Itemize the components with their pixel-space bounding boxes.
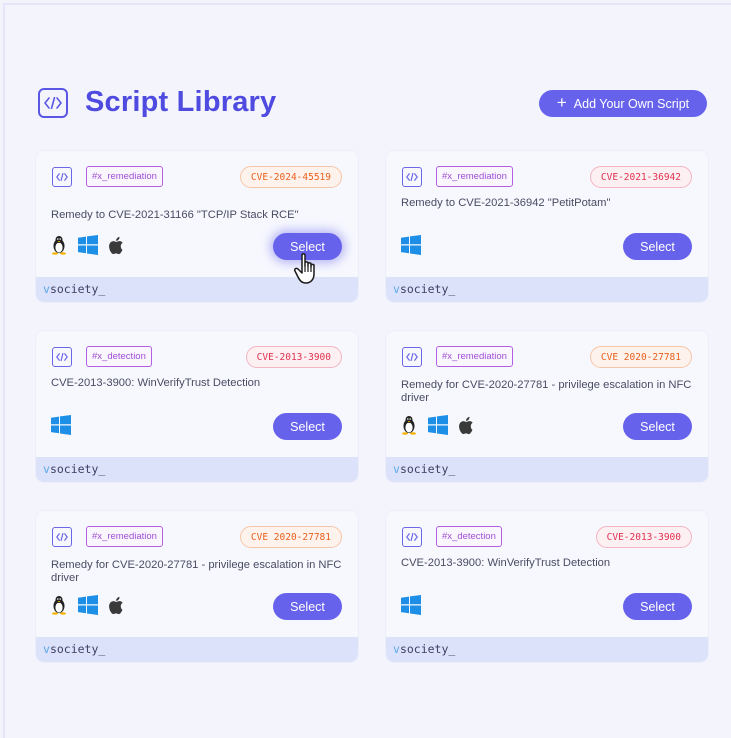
script-description: Remedy for CVE-2020-27781 - privilege es… bbox=[401, 379, 692, 404]
brand-name: society_ bbox=[49, 282, 106, 296]
cve-badge: CVE 2020-27781 bbox=[239, 526, 342, 548]
brand-name: society_ bbox=[49, 642, 106, 656]
windows-icon bbox=[78, 235, 98, 255]
category-tag: #x_remediation bbox=[436, 166, 513, 187]
apple-icon bbox=[109, 236, 125, 255]
select-button[interactable]: Select bbox=[623, 413, 692, 440]
code-icon bbox=[52, 347, 72, 367]
code-icon bbox=[402, 347, 422, 367]
brand-name: society_ bbox=[399, 642, 456, 656]
card-body: #x_detection CVE-2013-3900 CVE-2013-3900… bbox=[36, 331, 358, 457]
script-card: #x_detection CVE-2013-3900 CVE-2013-3900… bbox=[36, 331, 358, 482]
linux-icon bbox=[401, 415, 417, 435]
cve-badge: CVE-2013-3900 bbox=[595, 526, 692, 548]
linux-icon bbox=[51, 235, 67, 255]
code-icon bbox=[38, 88, 68, 118]
category-tag: #x_detection bbox=[436, 526, 502, 547]
code-icon bbox=[52, 527, 72, 547]
category-tag: #x_remediation bbox=[436, 346, 513, 367]
os-icons bbox=[51, 234, 125, 256]
windows-icon bbox=[51, 415, 71, 435]
add-script-label: Add Your Own Script bbox=[573, 96, 690, 111]
os-icons bbox=[51, 594, 125, 616]
card-footer: vsociety_ bbox=[386, 637, 708, 662]
hand-cursor-icon bbox=[293, 252, 323, 286]
script-description: CVE-2013-3900: WinVerifyTrust Detection bbox=[51, 377, 261, 389]
brand-prefix: v bbox=[43, 462, 50, 476]
script-description: Remedy to CVE-2021-36942 "PetitPotam" bbox=[401, 197, 611, 209]
cve-badge: CVE-2013-3900 bbox=[245, 346, 342, 368]
select-button[interactable]: Select bbox=[273, 413, 342, 440]
apple-icon bbox=[109, 596, 125, 615]
script-card: #x_remediation CVE 2020-27781 Remedy for… bbox=[386, 331, 708, 482]
os-icons bbox=[401, 594, 421, 616]
brand-name: society_ bbox=[399, 462, 456, 476]
card-body: #x_detection CVE-2013-3900 CVE-2013-3900… bbox=[386, 511, 708, 637]
cve-badge: CVE-2024-45519 bbox=[239, 166, 342, 188]
script-card: #x_remediation CVE-2021-36942 Remedy to … bbox=[386, 151, 708, 302]
category-tag: #x_remediation bbox=[86, 526, 163, 547]
card-body: #x_remediation CVE 2020-27781 Remedy for… bbox=[36, 511, 358, 637]
windows-icon bbox=[401, 235, 421, 255]
cve-badge: CVE 2020-27781 bbox=[589, 346, 692, 368]
brand-prefix: v bbox=[43, 282, 50, 296]
select-button[interactable]: Select bbox=[273, 593, 342, 620]
os-icons bbox=[401, 414, 475, 436]
apple-icon bbox=[459, 416, 475, 435]
plus-icon: + bbox=[556, 93, 567, 112]
brand-prefix: v bbox=[393, 642, 400, 656]
header: Script Library + Add Your Own Script bbox=[38, 86, 707, 120]
card-body: #x_remediation CVE 2020-27781 Remedy for… bbox=[386, 331, 708, 457]
script-description: CVE-2013-3900: WinVerifyTrust Detection bbox=[401, 557, 611, 569]
os-icons bbox=[401, 234, 421, 256]
code-icon bbox=[402, 167, 422, 187]
code-icon bbox=[402, 527, 422, 547]
windows-icon bbox=[401, 595, 421, 615]
linux-icon bbox=[51, 595, 67, 615]
os-icons bbox=[51, 414, 71, 436]
category-tag: #x_remediation bbox=[86, 166, 163, 187]
script-description: Remedy to CVE-2021-31166 "TCP/IP Stack R… bbox=[51, 209, 299, 221]
brand-name: society_ bbox=[399, 282, 456, 296]
brand-prefix: v bbox=[43, 642, 50, 656]
script-card: #x_remediation CVE 2020-27781 Remedy for… bbox=[36, 511, 358, 662]
select-button[interactable]: Select bbox=[623, 233, 692, 260]
cve-badge: CVE-2021-36942 bbox=[589, 166, 692, 188]
category-tag: #x_detection bbox=[86, 346, 152, 367]
card-body: #x_remediation CVE-2021-36942 Remedy to … bbox=[386, 151, 708, 277]
windows-icon bbox=[428, 415, 448, 435]
windows-icon bbox=[78, 595, 98, 615]
card-footer: vsociety_ bbox=[36, 637, 358, 662]
brand-name: society_ bbox=[49, 462, 106, 476]
card-footer: vsociety_ bbox=[386, 457, 708, 482]
select-button[interactable]: Select bbox=[623, 593, 692, 620]
code-icon bbox=[52, 167, 72, 187]
card-footer: vsociety_ bbox=[36, 457, 358, 482]
card-footer: vsociety_ bbox=[386, 277, 708, 302]
brand-prefix: v bbox=[393, 282, 400, 296]
brand-prefix: v bbox=[393, 462, 400, 476]
script-description: Remedy for CVE-2020-27781 - privilege es… bbox=[51, 559, 342, 584]
script-card: #x_detection CVE-2013-3900 CVE-2013-3900… bbox=[386, 511, 708, 662]
add-script-button[interactable]: + Add Your Own Script bbox=[539, 90, 707, 117]
page-title: Script Library bbox=[85, 86, 277, 118]
